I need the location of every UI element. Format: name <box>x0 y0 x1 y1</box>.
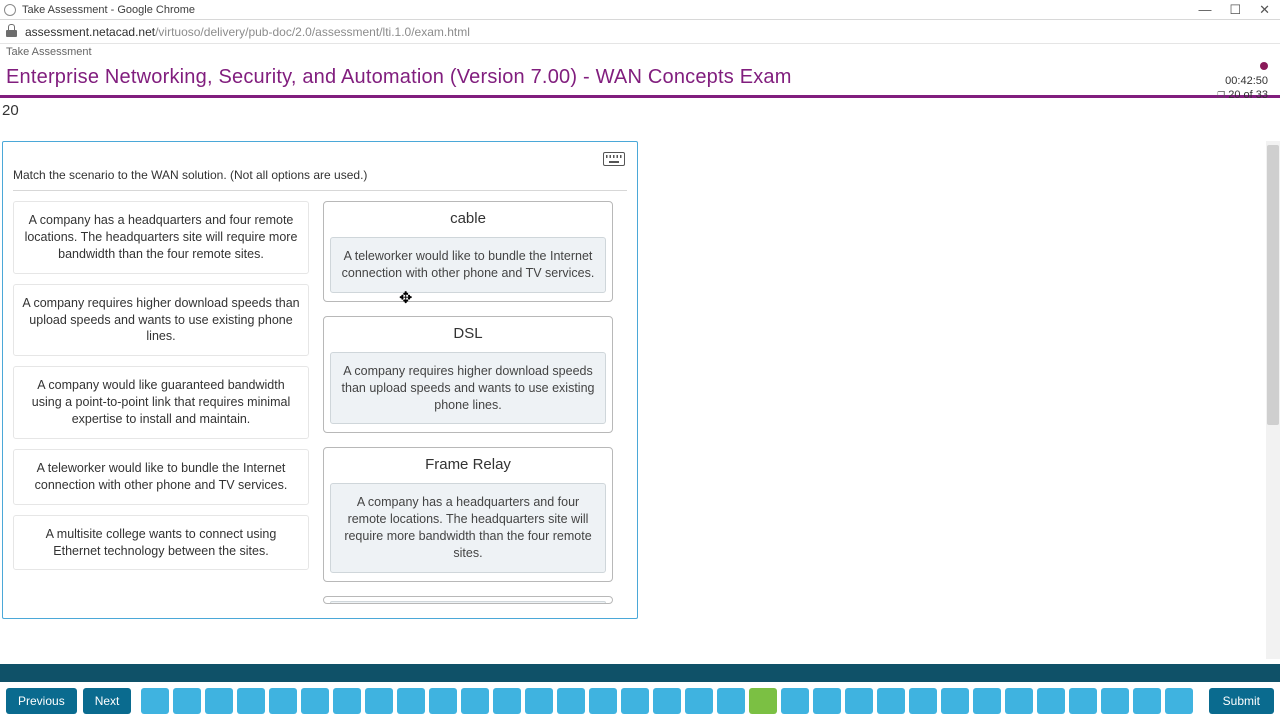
breadcrumb: Take Assessment <box>0 44 1280 58</box>
scenario-item[interactable]: A company has a headquarters and four re… <box>13 201 309 274</box>
question-cell[interactable] <box>397 688 425 714</box>
scenario-item[interactable]: A company would like guaranteed bandwidt… <box>13 366 309 439</box>
target-list: cable A teleworker would like to bundle … <box>323 201 613 604</box>
question-cell[interactable] <box>813 688 841 714</box>
scenario-list: A company has a headquarters and four re… <box>13 201 309 604</box>
window-title: Take Assessment - Google Chrome <box>22 4 195 16</box>
question-cell[interactable] <box>1005 688 1033 714</box>
question-prompt: Match the scenario to the WAN solution. … <box>13 152 627 190</box>
question-cell[interactable] <box>333 688 361 714</box>
question-cell[interactable] <box>301 688 329 714</box>
question-cell[interactable] <box>141 688 169 714</box>
exam-title: Enterprise Networking, Security, and Aut… <box>6 66 1274 89</box>
question-cell[interactable] <box>1037 688 1065 714</box>
divider <box>13 190 627 191</box>
question-number: 20 <box>0 98 1280 123</box>
timer-value: 00:42:50 <box>1225 75 1268 87</box>
question-cell[interactable] <box>1069 688 1097 714</box>
target-partial[interactable] <box>323 596 613 604</box>
question-cell[interactable] <box>621 688 649 714</box>
target-cable[interactable]: cable A teleworker would like to bundle … <box>323 201 613 302</box>
question-cell[interactable] <box>173 688 201 714</box>
scroll-thumb[interactable] <box>1267 145 1279 425</box>
window-controls: — ☐ ✕ <box>1198 2 1276 18</box>
target-label: Frame Relay <box>324 448 612 479</box>
question-cell[interactable] <box>525 688 553 714</box>
question-cell[interactable] <box>909 688 937 714</box>
target-label: cable <box>324 202 612 233</box>
question-cell[interactable] <box>653 688 681 714</box>
question-cell[interactable] <box>237 688 265 714</box>
drop-zone[interactable]: A company has a headquarters and four re… <box>330 483 606 573</box>
recording-dot-icon <box>1260 62 1268 70</box>
exam-header: Enterprise Networking, Security, and Aut… <box>0 58 1280 98</box>
url-text: assessment.netacad.net/virtuoso/delivery… <box>25 25 470 39</box>
target-frame-relay[interactable]: Frame Relay A company has a headquarters… <box>323 447 613 582</box>
footer-bar: Previous Next Submit <box>0 682 1280 720</box>
lock-icon <box>6 26 17 37</box>
close-button[interactable]: ✕ <box>1259 2 1270 18</box>
content-area: Match the scenario to the WAN solution. … <box>0 141 1280 659</box>
drop-zone[interactable] <box>330 601 606 603</box>
question-cell[interactable] <box>1101 688 1129 714</box>
question-grid <box>141 688 1196 714</box>
footer-band <box>0 664 1280 682</box>
minimize-button[interactable]: — <box>1198 2 1211 18</box>
scenario-item[interactable]: A company requires higher download speed… <box>13 284 309 357</box>
question-panel: Match the scenario to the WAN solution. … <box>2 141 638 619</box>
question-cell[interactable] <box>365 688 393 714</box>
drop-zone[interactable]: A teleworker would like to bundle the In… <box>330 237 606 293</box>
question-cell[interactable] <box>1133 688 1161 714</box>
scenario-item[interactable]: A teleworker would like to bundle the In… <box>13 449 309 505</box>
question-cell[interactable] <box>781 688 809 714</box>
question-cell[interactable] <box>557 688 585 714</box>
progress-indicator: 20 of 33 <box>1217 89 1268 101</box>
maximize-button[interactable]: ☐ <box>1229 2 1241 18</box>
question-cell[interactable] <box>845 688 873 714</box>
browser-titlebar: Take Assessment - Google Chrome — ☐ ✕ <box>0 0 1280 20</box>
target-label: DSL <box>324 317 612 348</box>
question-cell[interactable] <box>973 688 1001 714</box>
question-cell[interactable] <box>941 688 969 714</box>
keyboard-icon[interactable] <box>603 152 625 166</box>
favicon <box>4 4 16 16</box>
question-cell[interactable] <box>749 688 777 714</box>
target-dsl[interactable]: DSL A company requires higher download s… <box>323 316 613 434</box>
scenario-item[interactable]: A multisite college wants to connect usi… <box>13 515 309 571</box>
question-cell[interactable] <box>493 688 521 714</box>
footer: Previous Next Submit <box>0 664 1280 720</box>
previous-button[interactable]: Previous <box>6 688 77 714</box>
drop-zone[interactable]: A company requires higher download speed… <box>330 352 606 425</box>
question-cell[interactable] <box>269 688 297 714</box>
question-cell[interactable] <box>461 688 489 714</box>
question-cell[interactable] <box>205 688 233 714</box>
next-button[interactable]: Next <box>83 688 132 714</box>
question-cell[interactable] <box>429 688 457 714</box>
question-cell[interactable] <box>717 688 745 714</box>
address-bar[interactable]: assessment.netacad.net/virtuoso/delivery… <box>0 20 1280 44</box>
vertical-scrollbar[interactable] <box>1266 141 1280 659</box>
submit-button[interactable]: Submit <box>1209 688 1274 714</box>
question-cell[interactable] <box>685 688 713 714</box>
timer-block: 00:42:50 20 of 33 <box>1217 62 1268 101</box>
question-cell[interactable] <box>877 688 905 714</box>
question-cell[interactable] <box>1165 688 1193 714</box>
question-cell[interactable] <box>589 688 617 714</box>
